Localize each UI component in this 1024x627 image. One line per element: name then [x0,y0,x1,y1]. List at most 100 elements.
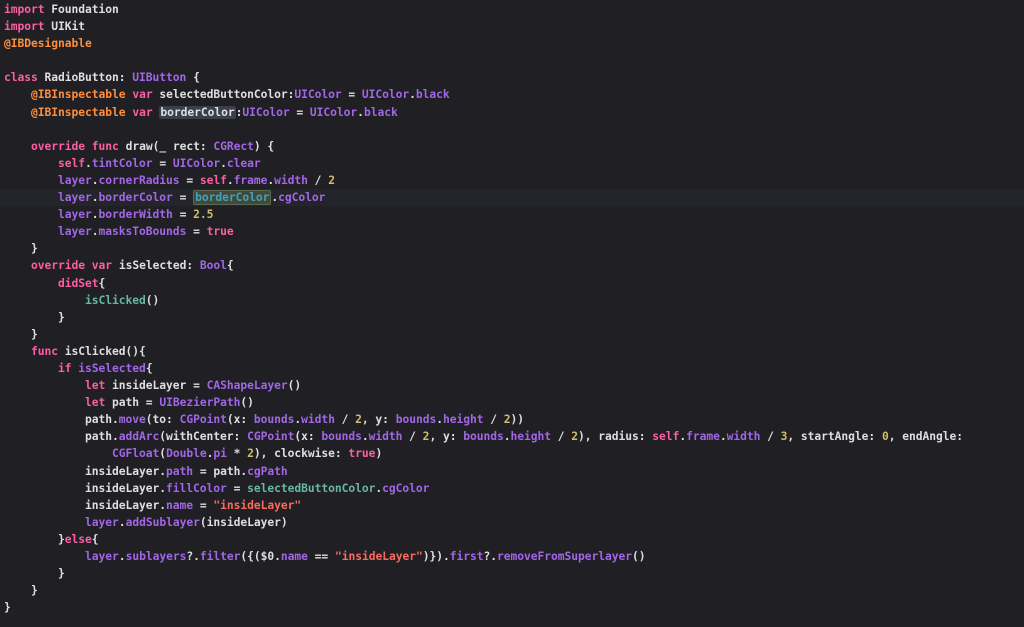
code-line[interactable]: self.tintColor = UIColor.clear [0,155,1024,172]
code-token: ) [375,447,383,461]
code-line[interactable]: layer.cornerRadius = self.frame.width / … [0,172,1024,189]
code-token: frame [686,430,720,444]
code-token: ?. [483,550,498,563]
code-line[interactable]: layer.masksToBounds = true [0,223,1024,240]
code-line[interactable]: func isClicked(){ [0,343,1024,360]
code-token: self [199,173,227,187]
code-line[interactable]: } [0,326,1024,343]
code-line[interactable]: @IBInspectable var selectedButtonColor:U… [0,86,1024,103]
code-token: first [449,550,484,563]
code-token: path. [4,430,119,444]
code-line[interactable]: @IBInspectable var borderColor:UIColor =… [0,104,1024,121]
code-token: 0 [881,430,889,444]
code-token: CGFloat [112,447,160,461]
current-code-line[interactable]: layer.borderColor = borderColor .cgColor [0,189,1024,207]
code-token: isSelected: [112,259,200,273]
code-line[interactable]: } [0,309,1024,326]
code-token: width [274,173,308,187]
code-line[interactable]: let path = UIBezierPath() [0,394,1024,411]
code-line[interactable]: } [0,599,1024,616]
code-line[interactable]: layer.borderWidth = 2.5 [0,206,1024,223]
code-token: . [357,105,364,119]
code-token: selectedButtonColor [247,481,376,495]
code-line[interactable]: } [0,565,1024,582]
code-line[interactable]: path.addArc(withCenter: CGPoint(x: bound… [0,428,1024,445]
code-line[interactable]: insideLayer.path = path.cgPath [0,463,1024,480]
code-line[interactable] [0,121,1024,138]
code-line[interactable]: let insideLayer = CAShapeLayer() [0,377,1024,394]
code-line[interactable]: isClicked() [0,292,1024,309]
code-line[interactable]: didSet{ [0,275,1024,292]
code-token: = [172,191,194,205]
code-line[interactable]: @IBDesignable [0,35,1024,52]
code-token: tintColor [91,156,153,170]
code-token: (x: [294,430,322,444]
code-token: $0 [260,550,275,563]
code-line[interactable]: }else{ [0,531,1024,548]
code-line[interactable] [0,52,1024,69]
code-token: layer [58,173,92,187]
code-token: . [361,430,369,444]
code-token: isClicked [85,293,146,307]
code-token: / [402,430,423,444]
code-token: func [31,344,59,358]
code-token: path. [4,413,119,427]
code-token: ), clockwise: [253,447,349,461]
code-token: / [483,413,504,427]
code-token: } [4,532,65,546]
code-token: let [85,379,106,393]
code-token: UIBezierPath [159,396,241,410]
code-token: class [4,71,38,85]
code-token: )}). [422,550,450,563]
code-line[interactable]: path.move(to: CGPoint(x: bounds.width / … [0,411,1024,428]
source-code[interactable]: import Foundation import UIKit @IBDesignab… [0,1,1024,616]
code-token: Double [166,447,207,461]
code-token: layer [85,515,119,529]
code-token: func [91,139,119,153]
code-token: 2 [328,173,335,187]
highlighted-symbol-reference: borderColor [193,190,272,206]
code-token: masksToBounds [98,225,187,239]
code-token: override [31,259,86,273]
code-line[interactable]: insideLayer.fillColor = selectedButtonCo… [0,480,1024,497]
code-token: removeFromSuperlayer [497,550,633,563]
highlighted-symbol: borderColor [159,105,236,119]
code-line[interactable]: if isSelected{ [0,360,1024,377]
code-line[interactable]: import UIKit [0,18,1024,35]
code-line[interactable]: override var isSelected: Bool{ [0,257,1024,274]
code-line[interactable]: layer.sublayers?.filter({($0.name == "in… [0,548,1024,565]
code-token: addSublayer [125,515,200,529]
code-line[interactable]: class RadioButton: UIButton { [0,69,1024,86]
code-line[interactable]: layer.addSublayer(insideLayer) [0,514,1024,531]
code-token: = [152,156,173,170]
code-editor[interactable]: import Foundation import UIKit @IBDesignab… [0,0,1024,627]
code-token: height [510,430,551,444]
code-token: == [307,550,335,563]
code-token: fillColor [166,481,227,495]
code-token: RadioButton: [37,71,133,85]
code-token: black [415,88,450,102]
code-line[interactable]: import Foundation [0,1,1024,18]
code-token: selectedButtonColor: [152,88,295,102]
code-line[interactable]: insideLayer.name = "insideLayer" [0,497,1024,514]
code-token: insideLayer = [105,379,207,393]
code-token: bounds [321,430,362,444]
code-line[interactable]: } [0,240,1024,257]
code-token: cgPath [247,464,288,478]
code-token: } [4,601,11,615]
code-line[interactable]: override func draw(_ rect: CGRect) { [0,138,1024,155]
code-token: } [4,310,65,324]
code-token: name [280,550,308,563]
code-token: ) { [253,139,275,153]
code-token: else [64,532,92,546]
code-line[interactable]: CGFloat(Double.pi * 2), clockwise: true) [0,445,1024,462]
code-token: )) [510,413,525,427]
code-line[interactable]: } [0,582,1024,599]
code-token: . [436,413,443,427]
code-token: () [240,396,254,410]
